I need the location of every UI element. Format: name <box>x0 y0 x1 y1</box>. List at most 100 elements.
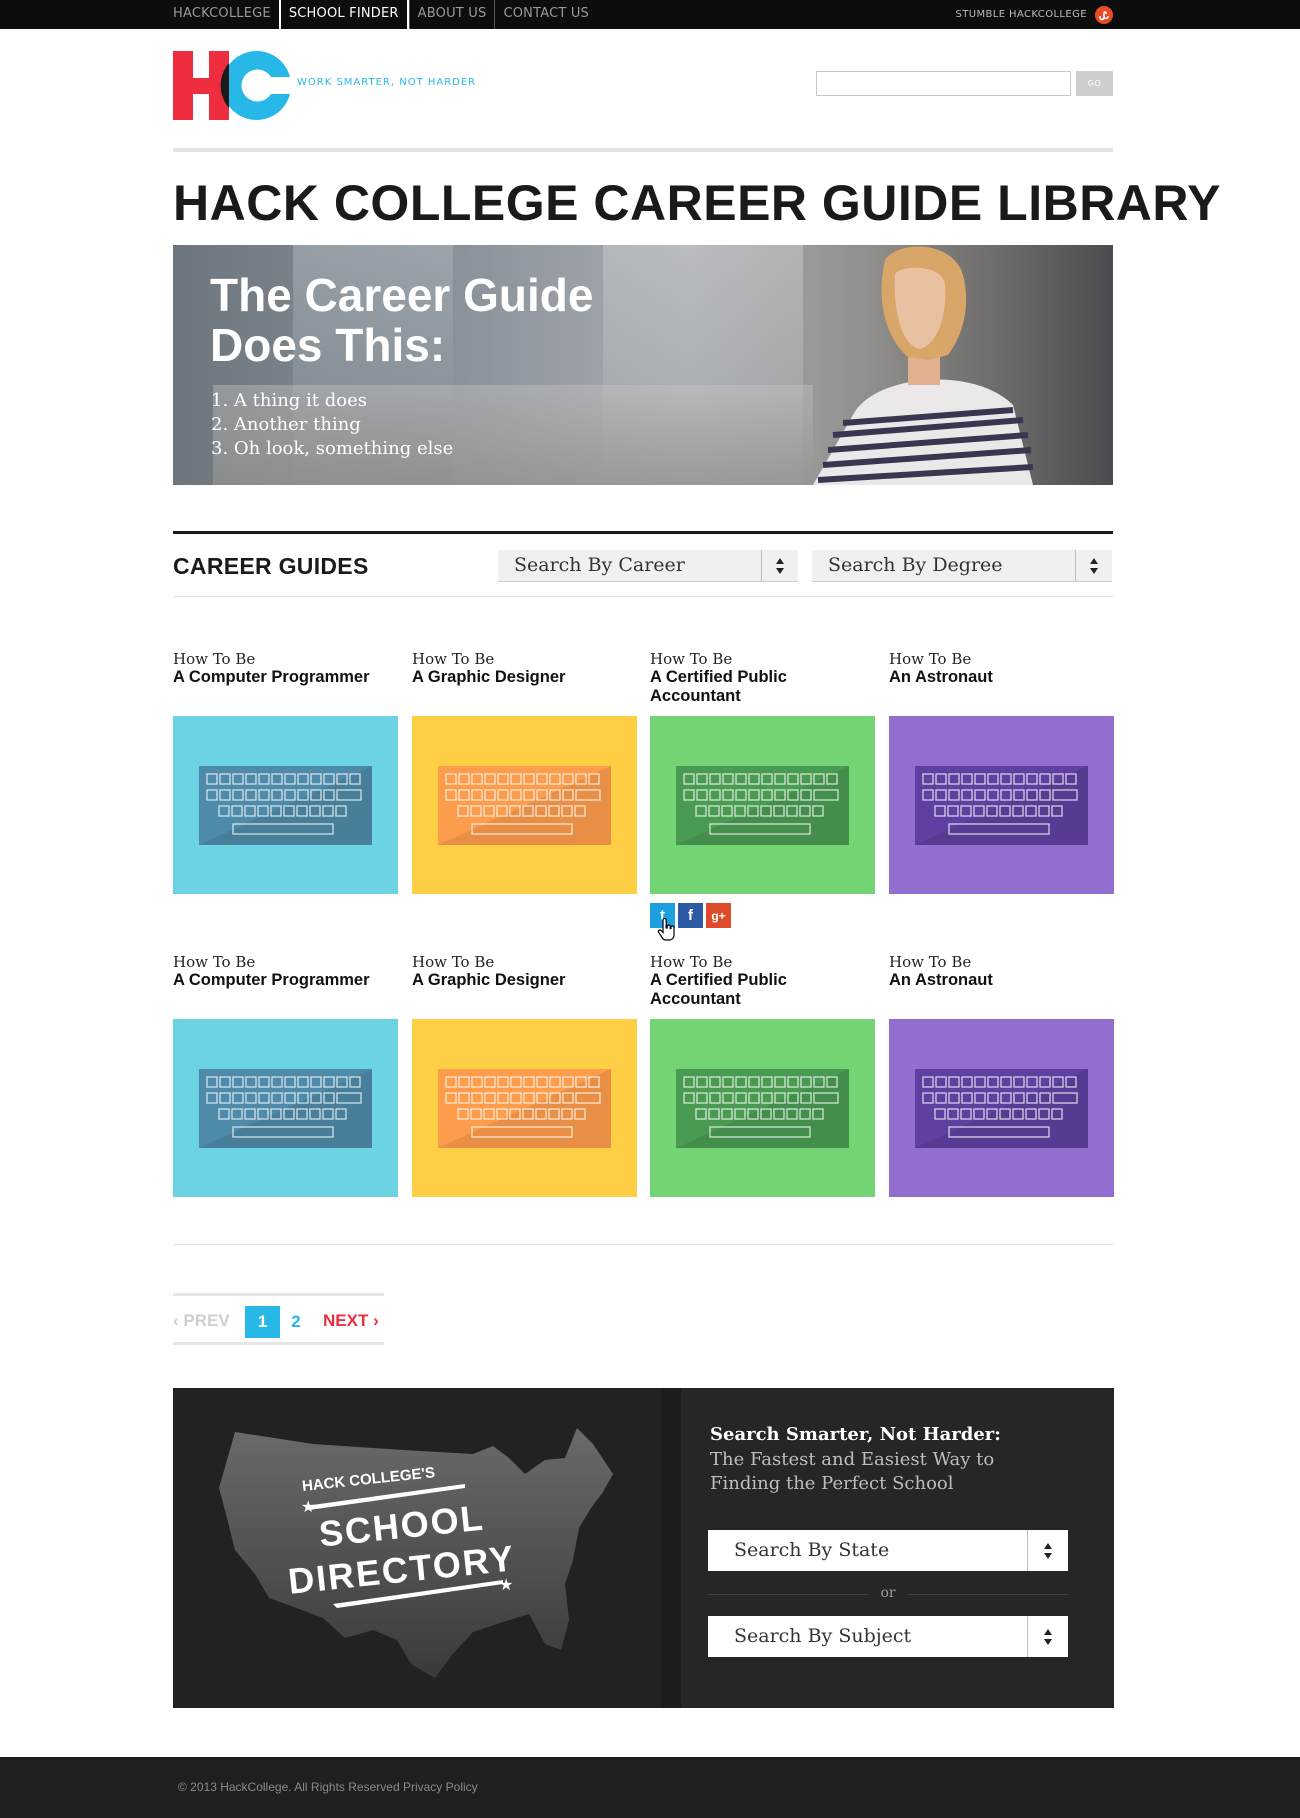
nav-school-finder[interactable]: SCHOOL FINDER <box>278 0 409 29</box>
facebook-icon[interactable]: f <box>678 903 703 928</box>
career-card[interactable]: How To Be A Computer Programmer <box>173 953 399 1197</box>
directory-heading: Search Smarter, Not Harder: <box>710 1424 1001 1445</box>
top-bar: HACKCOLLEGE SCHOOL FINDER ABOUT US CONTA… <box>0 0 1300 29</box>
directory-divider <box>661 1388 681 1708</box>
header-divider <box>173 148 1113 152</box>
career-card-image[interactable] <box>173 1019 398 1197</box>
keyboard-icon <box>199 766 372 845</box>
keyboard-icon <box>676 1069 849 1148</box>
career-card-prefix: How To Be <box>173 953 256 971</box>
page-1-button[interactable]: 1 <box>245 1306 280 1338</box>
degree-select[interactable]: Search By Degree <box>812 550 1112 582</box>
career-card-prefix: How To Be <box>412 953 495 971</box>
career-card[interactable]: How To Be A Computer Programmer <box>173 650 399 894</box>
pagination-divider <box>173 1244 1113 1245</box>
state-select[interactable]: Search By State <box>708 1530 1068 1571</box>
career-select[interactable]: Search By Career <box>498 550 798 582</box>
career-card-image[interactable] <box>650 1019 875 1197</box>
pagination: ‹ PREV 1 2 NEXT › <box>173 1293 384 1345</box>
star-icon: ★ <box>301 1499 315 1516</box>
page-title: HACK COLLEGE CAREER GUIDE LIBRARY <box>173 175 1222 231</box>
career-card-image[interactable] <box>173 716 398 894</box>
nav-contact-us[interactable]: CONTACT US <box>494 0 597 29</box>
prev-page-button[interactable]: ‹ PREV <box>173 1306 230 1336</box>
stumble-label: STUMBLE HACKCOLLEGE <box>955 9 1087 20</box>
career-card-prefix: How To Be <box>650 953 733 971</box>
section-divider <box>173 531 1113 534</box>
hero-list: 1. A thing it does 2. Another thing 3. O… <box>211 389 453 461</box>
career-card-title[interactable]: A Computer Programmer <box>173 971 399 990</box>
hand-cursor-icon <box>657 918 675 941</box>
site-search-input[interactable] <box>816 71 1071 96</box>
hero-list-item: 2. Another thing <box>211 414 361 435</box>
career-card-title[interactable]: A Certified Public Accountant <box>650 971 876 1009</box>
career-guides-title: CAREER GUIDES <box>173 553 369 579</box>
site-logo[interactable] <box>173 50 290 120</box>
footer-text: © 2013 HackCollege. All Rights Reserved … <box>178 1780 478 1794</box>
nav-hackcollege[interactable]: HACKCOLLEGE <box>173 0 279 29</box>
subject-select-value: Search By Subject <box>734 1625 912 1647</box>
select-arrows-icon <box>1075 550 1112 582</box>
select-arrows-icon <box>1027 1530 1068 1571</box>
directory-subheading: The Fastest and Easiest Way to Finding t… <box>710 1449 995 1494</box>
career-card-image[interactable] <box>650 716 875 894</box>
keyboard-icon <box>915 766 1088 845</box>
career-card-title[interactable]: A Graphic Designer <box>412 971 638 990</box>
directory-art: HACK COLLEGE'S SCHOOL DIRECTORY ★ ★ <box>173 1388 661 1708</box>
prev-label: PREV <box>183 1311 230 1330</box>
star-icon: ★ <box>499 1577 513 1594</box>
site-tagline: WORK SMARTER, NOT HARDER <box>297 77 477 88</box>
career-select-value: Search By Career <box>514 554 685 576</box>
top-nav: HACKCOLLEGE SCHOOL FINDER ABOUT US CONTA… <box>173 0 597 29</box>
select-arrows-icon <box>1027 1616 1068 1657</box>
section-subdivider <box>173 596 1113 597</box>
or-label: or <box>868 1585 908 1601</box>
career-card[interactable]: How To Be An Astronaut <box>889 650 1115 894</box>
copyright-text: © 2013 HackCollege. All Rights Reserved <box>178 1780 400 1794</box>
hero-title: The Career Guide Does This: <box>210 269 594 371</box>
career-card-image[interactable] <box>889 1019 1114 1197</box>
chevron-left-icon: ‹ <box>173 1311 184 1330</box>
hero-person-photo <box>813 246 1033 485</box>
career-card[interactable]: How To Be An Astronaut <box>889 953 1115 1197</box>
career-card-title[interactable]: A Computer Programmer <box>173 668 399 687</box>
career-card-title[interactable]: A Graphic Designer <box>412 668 638 687</box>
career-card-title[interactable]: A Certified Public Accountant <box>650 668 876 706</box>
keyboard-icon <box>438 1069 611 1148</box>
career-card-prefix: How To Be <box>889 650 972 668</box>
career-card-title[interactable]: An Astronaut <box>889 971 1115 990</box>
us-map-graphic: HACK COLLEGE'S SCHOOL DIRECTORY ★ ★ <box>219 1428 613 1678</box>
hero-banner: The Career Guide Does This: 1. A thing i… <box>173 245 1113 485</box>
hero-list-item: 3. Oh look, something else <box>211 438 454 459</box>
state-select-value: Search By State <box>734 1539 890 1561</box>
career-card[interactable]: How To Be A Certified Public Accountant <box>650 650 876 894</box>
career-card-prefix: How To Be <box>412 650 495 668</box>
degree-select-value: Search By Degree <box>828 554 1003 576</box>
stumble-link[interactable]: STUMBLE HACKCOLLEGE <box>955 0 1113 29</box>
chevron-right-icon: › <box>368 1311 379 1330</box>
site-footer: © 2013 HackCollege. All Rights Reserved … <box>0 1757 1300 1818</box>
page-2-button[interactable]: 2 <box>286 1306 306 1338</box>
career-card-title[interactable]: An Astronaut <box>889 668 1115 687</box>
career-card[interactable]: How To Be A Graphic Designer <box>412 650 638 894</box>
keyboard-icon <box>438 766 611 845</box>
career-card-image[interactable] <box>412 716 637 894</box>
google-plus-icon[interactable]: g+ <box>706 903 731 928</box>
keyboard-icon <box>199 1069 372 1148</box>
stumbleupon-icon[interactable] <box>1095 5 1113 24</box>
nav-about-us[interactable]: ABOUT US <box>408 0 495 29</box>
school-directory-panel: HACK COLLEGE'S SCHOOL DIRECTORY ★ ★ Sear… <box>173 1388 1114 1708</box>
career-card-prefix: How To Be <box>650 650 733 668</box>
career-card-prefix: How To Be <box>173 650 256 668</box>
career-card-image[interactable] <box>889 716 1114 894</box>
career-card[interactable]: How To Be A Graphic Designer <box>412 953 638 1197</box>
next-page-button[interactable]: NEXT › <box>323 1306 379 1336</box>
keyboard-icon <box>915 1069 1088 1148</box>
career-card-prefix: How To Be <box>889 953 972 971</box>
career-card[interactable]: How To Be A Certified Public Accountant <box>650 953 876 1197</box>
select-arrows-icon <box>761 550 798 582</box>
privacy-policy-link[interactable]: Privacy Policy <box>403 1780 478 1794</box>
subject-select[interactable]: Search By Subject <box>708 1616 1068 1657</box>
search-go-button[interactable]: GO <box>1076 71 1113 96</box>
career-card-image[interactable] <box>412 1019 637 1197</box>
